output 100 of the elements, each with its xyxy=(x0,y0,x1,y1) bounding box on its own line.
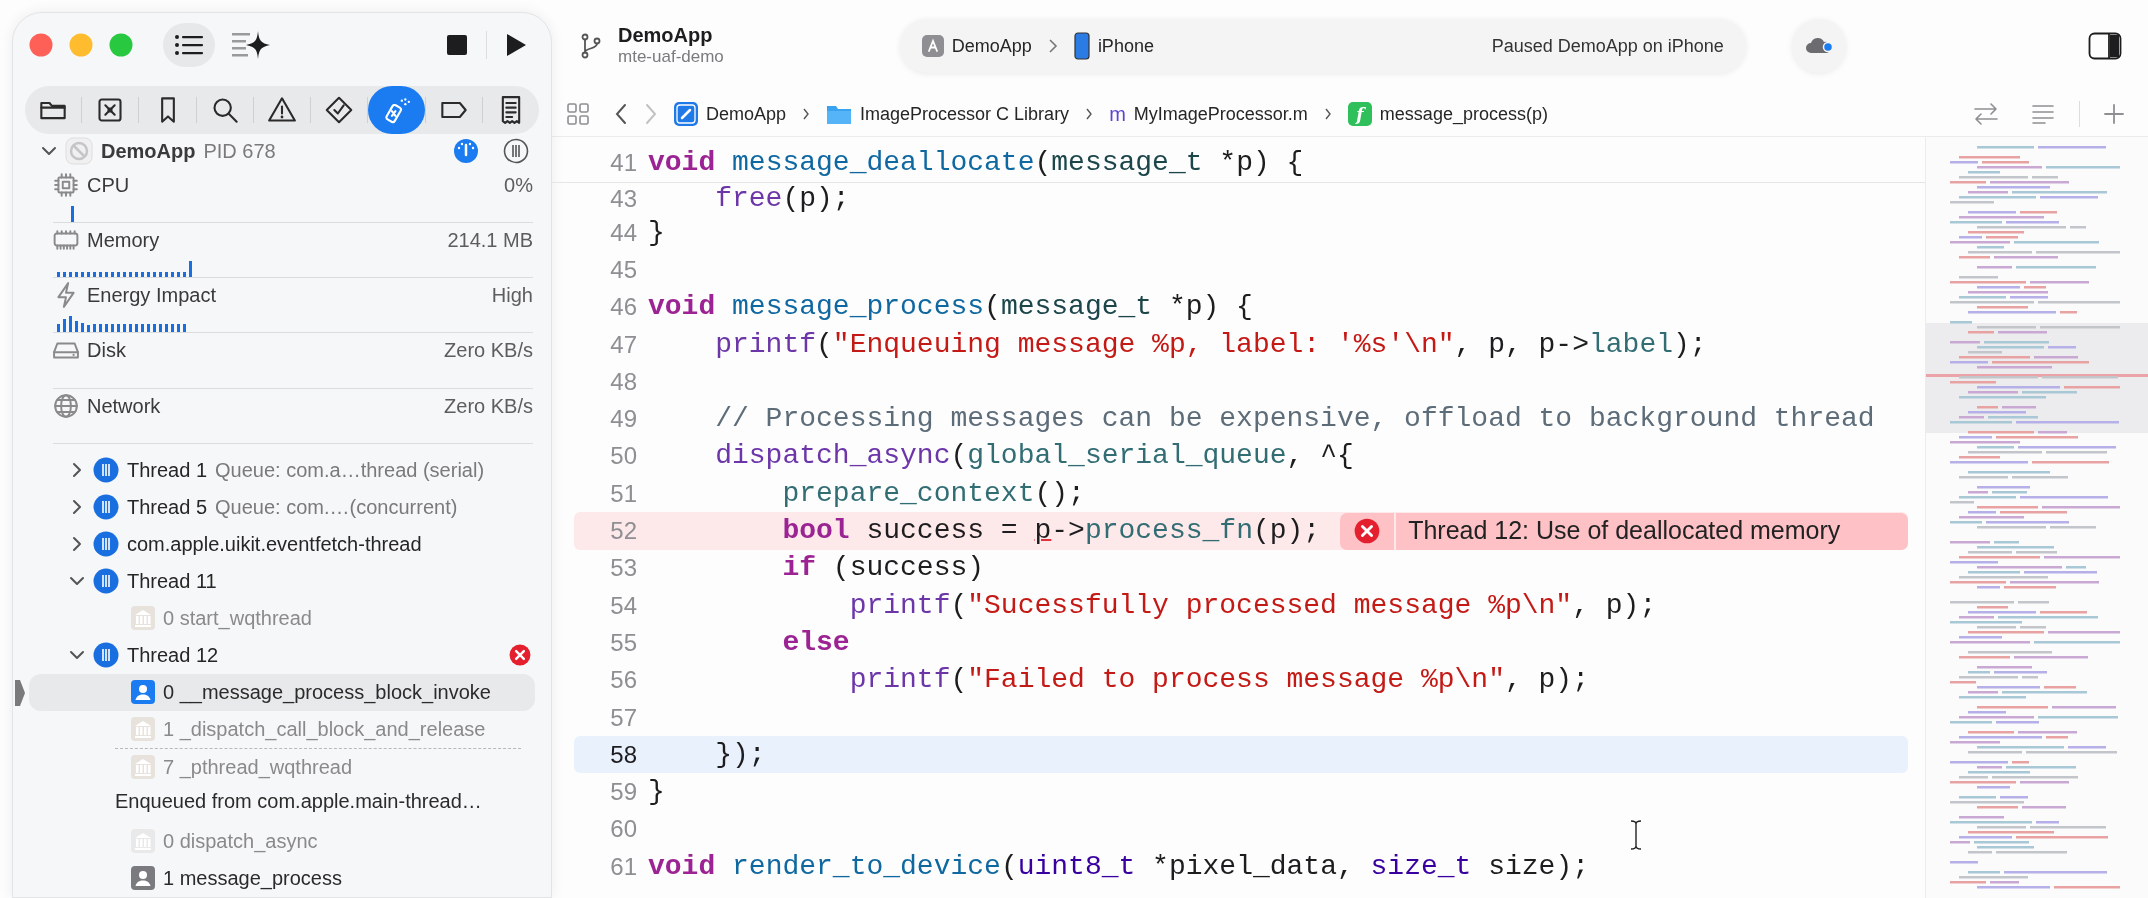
inspector-toggle-button[interactable] xyxy=(2088,32,2122,60)
thread-queue: Queue: com.…(concurrent) xyxy=(215,495,458,521)
gauge-icon xyxy=(453,137,479,164)
line-number: 59 xyxy=(609,777,637,808)
thread-icon xyxy=(93,568,119,595)
line-number: 48 xyxy=(609,366,637,397)
globe-icon xyxy=(53,392,79,419)
line-number: 54 xyxy=(609,590,637,621)
related-files-button[interactable] xyxy=(566,102,590,126)
code-line: // Processing messages can be expensive, offload to background thread xyxy=(714,402,1875,437)
code-line: free(p); xyxy=(714,181,850,216)
line-number: 55 xyxy=(609,627,637,658)
app-icon xyxy=(921,35,944,57)
chevron-right-icon xyxy=(644,103,658,125)
code-line: void message_process(message_t *p) { xyxy=(648,290,1253,325)
usage-graph xyxy=(71,205,74,222)
thread-name[interactable]: Thread 5 xyxy=(127,492,208,523)
process-name: DemoApp xyxy=(101,138,196,164)
line-number: 61 xyxy=(609,851,637,882)
process-id: PID 678 xyxy=(203,138,276,164)
line-number: 46 xyxy=(609,292,637,323)
code-line: }); xyxy=(714,737,766,772)
branch-icon xyxy=(580,33,602,59)
back-button[interactable] xyxy=(614,103,628,125)
add-editor-button[interactable] xyxy=(2104,104,2124,124)
code-line: } xyxy=(648,775,665,810)
line-number: 49 xyxy=(609,404,637,435)
close-button[interactable] xyxy=(29,32,53,57)
breadcrumb-item[interactable]: f message_process(p) xyxy=(1347,100,1548,128)
current-frame-marker-icon xyxy=(15,680,26,706)
metric-value: High xyxy=(491,283,533,309)
thread-icon xyxy=(93,457,119,484)
folder-icon xyxy=(826,103,853,125)
stack-frame[interactable]: 0 __message_process_block_invoke xyxy=(29,674,535,711)
thread-icon xyxy=(93,531,119,558)
thread-queue: Queue: com.a…thread (serial) xyxy=(215,458,485,484)
breadcrumb-item[interactable]: DemoApp xyxy=(674,100,787,128)
enqueued-label: Enqueued from com.apple.main-thread… xyxy=(114,789,483,814)
line-number: 43 xyxy=(609,183,637,214)
run-button[interactable] xyxy=(505,32,527,57)
line-number: 57 xyxy=(609,702,637,733)
phone-icon xyxy=(1073,32,1090,60)
play-icon xyxy=(505,32,527,57)
line-number: 58 xyxy=(609,739,637,770)
line-number: 47 xyxy=(609,329,637,360)
metric-label: CPU xyxy=(87,172,130,198)
sidebar-right-icon xyxy=(2088,32,2122,60)
code-line: printf("Enqueuing message %p, label: '%s'\n", p, p->label); xyxy=(714,327,1707,362)
chevron-right-icon xyxy=(1323,107,1332,121)
chevron-right-icon xyxy=(802,107,811,121)
thread-name[interactable]: Thread 12 xyxy=(127,640,219,671)
plus-icon xyxy=(2104,104,2124,124)
thread-name[interactable]: Thread 11 xyxy=(127,566,217,597)
device-selector[interactable]: iPhone xyxy=(1073,32,1154,60)
code-line: dispatch_async(global_serial_queue, ^{ xyxy=(714,439,1354,474)
line-number: 45 xyxy=(609,254,637,285)
metric-value: 0% xyxy=(504,172,533,198)
metric-label: Network xyxy=(87,393,161,419)
thread-name[interactable]: Thread 1 xyxy=(127,455,208,486)
line-number: 44 xyxy=(609,217,637,248)
thread-icon xyxy=(93,642,119,669)
diamond-check-icon xyxy=(325,96,354,125)
navigator-toggle-button[interactable] xyxy=(163,22,215,67)
line-number: 52 xyxy=(609,516,637,546)
grid-icon xyxy=(566,102,590,126)
code-line: if (success) xyxy=(781,551,985,586)
issue-banner[interactable]: Thread 12: Use of deallocated memory xyxy=(1340,512,1908,550)
breadcrumb-item[interactable]: ImageProcessor C Library xyxy=(826,100,1070,128)
scheme-selector[interactable]: DemoApp xyxy=(921,32,1032,60)
stop-button[interactable] xyxy=(446,33,468,56)
code-line: bool success = p->process_fn(p); xyxy=(781,514,1321,549)
file-type-glyph: m xyxy=(1109,102,1126,127)
swap-button[interactable] xyxy=(1973,103,1999,125)
search-icon xyxy=(210,96,239,125)
breadcrumb-item[interactable]: m MyImageProcessor.m xyxy=(1109,99,1308,129)
list-icon xyxy=(174,32,204,57)
metric-value: Zero KB/s xyxy=(444,338,533,364)
thread-icon xyxy=(93,494,119,521)
project-title: DemoApp xyxy=(618,24,714,48)
stack-frame[interactable]: 1 message_process xyxy=(29,860,535,897)
cloud-button[interactable] xyxy=(1791,19,1846,73)
line-number: 51 xyxy=(609,478,637,509)
thread-name[interactable]: com.apple.uikit.eventfetch-thread xyxy=(127,529,422,560)
app-icon xyxy=(65,136,93,165)
cpu-icon xyxy=(53,171,79,198)
code-line: prepare_context(); xyxy=(781,476,1085,511)
line-number: 41 xyxy=(609,147,637,178)
swap-arrows-icon xyxy=(1973,103,1999,125)
symbol-type-glyph: f xyxy=(1347,102,1372,126)
chevron-right-icon xyxy=(1047,38,1058,54)
threads-icon xyxy=(503,137,529,164)
metric-label: Energy Impact xyxy=(87,283,216,309)
text-cursor-icon xyxy=(1630,820,1642,850)
line-number: 53 xyxy=(609,553,637,584)
spray-can-icon xyxy=(382,96,411,125)
warning-icon xyxy=(268,96,296,125)
code-line: printf("Failed to process message %p\n", p); xyxy=(848,663,1589,698)
code-line: } xyxy=(648,215,665,250)
line-number: 50 xyxy=(609,441,637,472)
chevron-left-icon xyxy=(614,103,628,125)
